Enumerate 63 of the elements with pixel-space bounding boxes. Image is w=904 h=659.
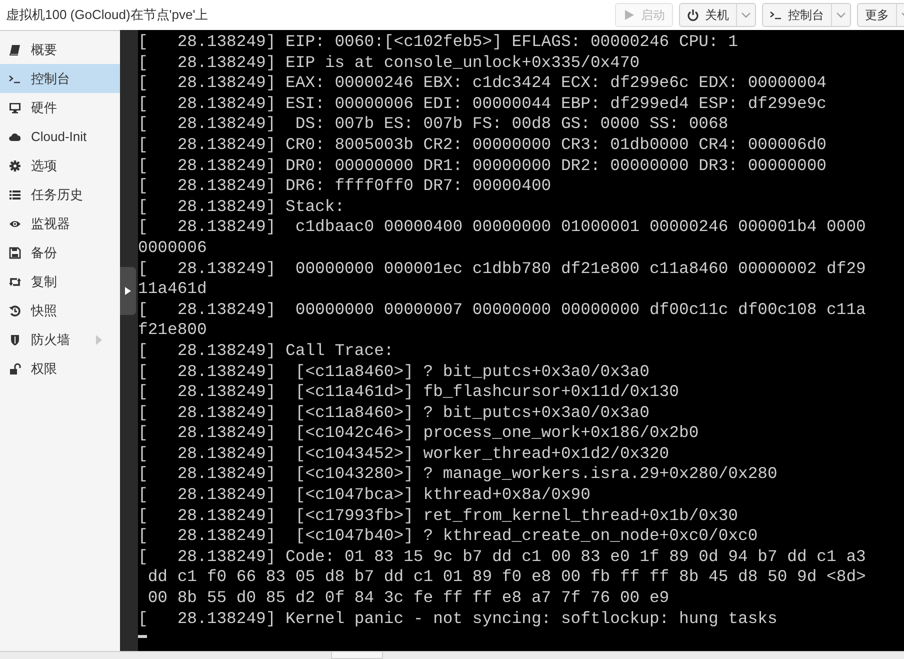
- play-icon: [623, 9, 635, 21]
- console-line: [ 28.138249] c1dbaac0 00000400 00000000 01000001 00000246 000001b4 0000: [138, 217, 867, 238]
- console-line: [ 28.138249] Code: 01 83 15 9c b7 dd c1 00 83 e0 1f 89 0d 94 b7 dd c1 a3: [138, 546, 867, 568]
- sidebar-item[interactable]: 选项: [0, 151, 120, 180]
- arrows-loop-icon: [9, 276, 21, 288]
- history-icon: [9, 304, 21, 316]
- console-line: [ 28.138249] 00000000 000001ec c1dbb780 df21e800 c11a8460 00000002 df29: [138, 258, 867, 280]
- unlock-icon: [9, 362, 21, 374]
- terminal-icon: [9, 72, 21, 84]
- collapse-button[interactable]: [120, 267, 136, 315]
- sidebar-item[interactable]: 权限: [0, 354, 120, 383]
- cloud-icon: [9, 130, 21, 142]
- console-line: [ 28.138249] [<c1047bca>] kthread+0x8a/0x90: [138, 485, 592, 506]
- power-icon: [687, 9, 699, 21]
- sidebar-item[interactable]: 复制: [0, 267, 120, 296]
- console-line: [ 28.138249] DR6: ffff0ff0 DR7: 00000400: [138, 176, 552, 197]
- sidebar-item[interactable]: 任务历史: [0, 180, 120, 209]
- toolbar-button[interactable]: 更多: [857, 3, 904, 27]
- sidebar-item[interactable]: 控制台: [0, 64, 120, 93]
- console-line: f21e800: [138, 320, 208, 341]
- console-line: 0000006: [138, 238, 208, 259]
- console-screen[interactable]: [138, 30, 904, 651]
- sidebar-item[interactable]: 快照: [0, 296, 120, 325]
- sidebar-item[interactable]: 备份: [0, 238, 120, 267]
- console-line: [ 28.138249] [<c1042c46>] process_one_work+0x186/0x2b0: [138, 423, 700, 444]
- terminal-icon: [770, 9, 782, 21]
- shield-icon: [9, 334, 21, 346]
- sidebar-item[interactable]: 监视器: [0, 209, 120, 238]
- console-line: [ 28.138249] CR0: 8005003b CR2: 00000000 CR3: 01db0000 CR4: 000006d0: [138, 134, 828, 156]
- toolbar-button[interactable]: 控制台: [762, 3, 851, 27]
- book-icon: [9, 44, 21, 56]
- console-line: [ 28.138249] [<c1043280>] ? manage_workers.isra.29+0x280/0x280: [138, 464, 778, 486]
- splitter-handle[interactable]: [331, 652, 383, 659]
- toolbar-button[interactable]: 关机: [679, 3, 756, 27]
- console-line: [ 28.138249] ESI: 00000006 EDI: 00000044 EBP: df299ed4 ESP: df299e9c: [138, 94, 828, 114]
- console-line: [ 28.138249] EIP: 0060:[<c102feb5>] EFLAGS: 00000246 CPU: 1: [138, 32, 739, 53]
- settings-icon: [9, 160, 21, 172]
- console-line: dd c1 f0 66 83 05 d8 b7 dd c1 01 89 f0 e8 00 fb ff ff 8b 45 d8 50 9d <8d>: [146, 567, 867, 588]
- console-line: [ 28.138249] EAX: 00000246 EBX: c1dc3424 ECX: df299e6c EDX: 00000004: [138, 73, 828, 94]
- console-line: [ 28.138249] [<c11a8460>] ? bit_putcs+0x3a0/0x3a0: [138, 362, 650, 382]
- console-line: 00 8b 55 d0 85 d2 0f 84 3c fe ff ff e8 a7 7f 76 00 e9: [146, 588, 670, 609]
- text-cursor: [138, 635, 147, 638]
- sidebar-item[interactable]: 防火墙: [0, 325, 120, 354]
- list-icon: [9, 188, 21, 200]
- triangle-right-icon: [125, 287, 131, 295]
- sidebar-item[interactable]: 硬件: [0, 93, 120, 122]
- sidebar-item[interactable]: 概要: [0, 35, 120, 64]
- console-line: [ 28.138249] Call Trace:: [138, 340, 395, 362]
- console-line: [ 28.138249] [<c1043452>] worker_thread+0x1d2/0x320: [138, 444, 670, 464]
- sidebar-item[interactable]: Cloud-Init: [0, 122, 120, 151]
- console-line: [ 28.138249] 00000000 00000007 00000000 00000000 df00c11c df00c108 c11a: [138, 300, 867, 320]
- console-line: [ 28.138249] DR0: 00000000 DR1: 00000000 DR2: 00000000 DR3: 00000000: [138, 156, 828, 176]
- console-line: [ 28.138249] DS: 007b ES: 007b FS: 00d8 GS: 0000 SS: 0068: [138, 114, 730, 135]
- console-line: [ 28.138249] Stack:: [138, 196, 346, 218]
- console-line: [ 28.138249] [<c17993fb>] ret_from_kernel_thread+0x1b/0x30: [138, 506, 739, 526]
- console-line: 11a461d: [138, 279, 208, 300]
- console-line: [ 28.138249] [<c11a461d>] fb_flashcursor+0x11d/0x130: [138, 382, 680, 403]
- console-line: [ 28.138249] Kernel panic - not syncing: softlockup: hung tasks: [138, 608, 778, 630]
- console-line: [ 28.138249] [<c11a8460>] ? bit_putcs+0x3a0/0x3a0: [138, 402, 650, 424]
- console-line: [ 28.138249] [<c1047b40>] ? kthread_create_on_node+0xc0/0xc0: [138, 526, 759, 547]
- console-line: [ 28.138249] EIP is at console_unlock+0x335/0x470: [138, 52, 641, 74]
- window-title: 虚拟机100 (GoCloud)在节点'pve'上: [6, 6, 210, 24]
- monitor-icon: [9, 102, 21, 114]
